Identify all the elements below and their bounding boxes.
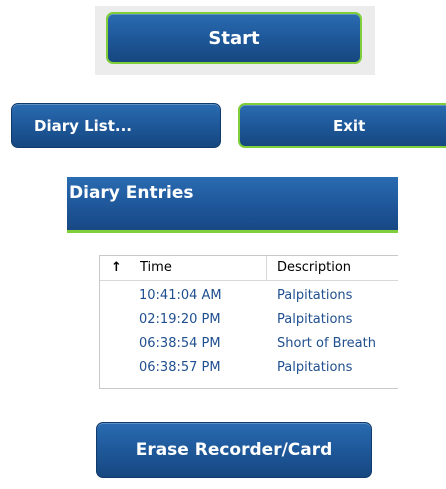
diary-list-button-label: Diary List... — [34, 116, 133, 135]
erase-button-label: Erase Recorder/Card — [135, 440, 333, 460]
diary-entries-header: Diary Entries — [67, 177, 398, 231]
exit-button-label: Exit — [333, 116, 366, 135]
start-button-label: Start — [208, 27, 260, 49]
entry-time: 02:19:20 PM — [139, 312, 221, 327]
column-header-description-label: Description — [277, 260, 352, 275]
diary-entries-table: ↑ Time Description 10:41:04 AM Palpitati… — [99, 255, 398, 389]
entry-time: 06:38:54 PM — [139, 336, 221, 351]
entry-description: Short of Breath — [277, 336, 376, 351]
exit-button[interactable]: Exit — [238, 103, 446, 148]
table-row[interactable]: 06:38:54 PM Short of Breath — [100, 333, 398, 355]
table-row[interactable]: 02:19:20 PM Palpitations — [100, 309, 398, 331]
entry-description: Palpitations — [277, 360, 353, 375]
table-header: ↑ Time Description — [100, 256, 398, 281]
start-button[interactable]: Start — [106, 12, 362, 64]
sort-ascending-icon: ↑ — [111, 260, 122, 275]
erase-recorder-card-button[interactable]: Erase Recorder/Card — [96, 422, 372, 478]
entry-description: Palpitations — [277, 288, 353, 303]
diary-entries-title: Diary Entries — [69, 183, 194, 203]
table-row[interactable]: 06:38:57 PM Palpitations — [100, 357, 398, 379]
column-header-time-label: Time — [140, 260, 172, 275]
table-row[interactable]: 10:41:04 AM Palpitations — [100, 285, 398, 307]
column-header-time[interactable]: ↑ Time — [100, 256, 267, 280]
column-header-description[interactable]: Description — [277, 256, 351, 280]
diary-list-button[interactable]: Diary List... — [11, 103, 221, 148]
entry-time: 06:38:57 PM — [139, 360, 221, 375]
entry-time: 10:41:04 AM — [139, 288, 222, 303]
entry-description: Palpitations — [277, 312, 353, 327]
